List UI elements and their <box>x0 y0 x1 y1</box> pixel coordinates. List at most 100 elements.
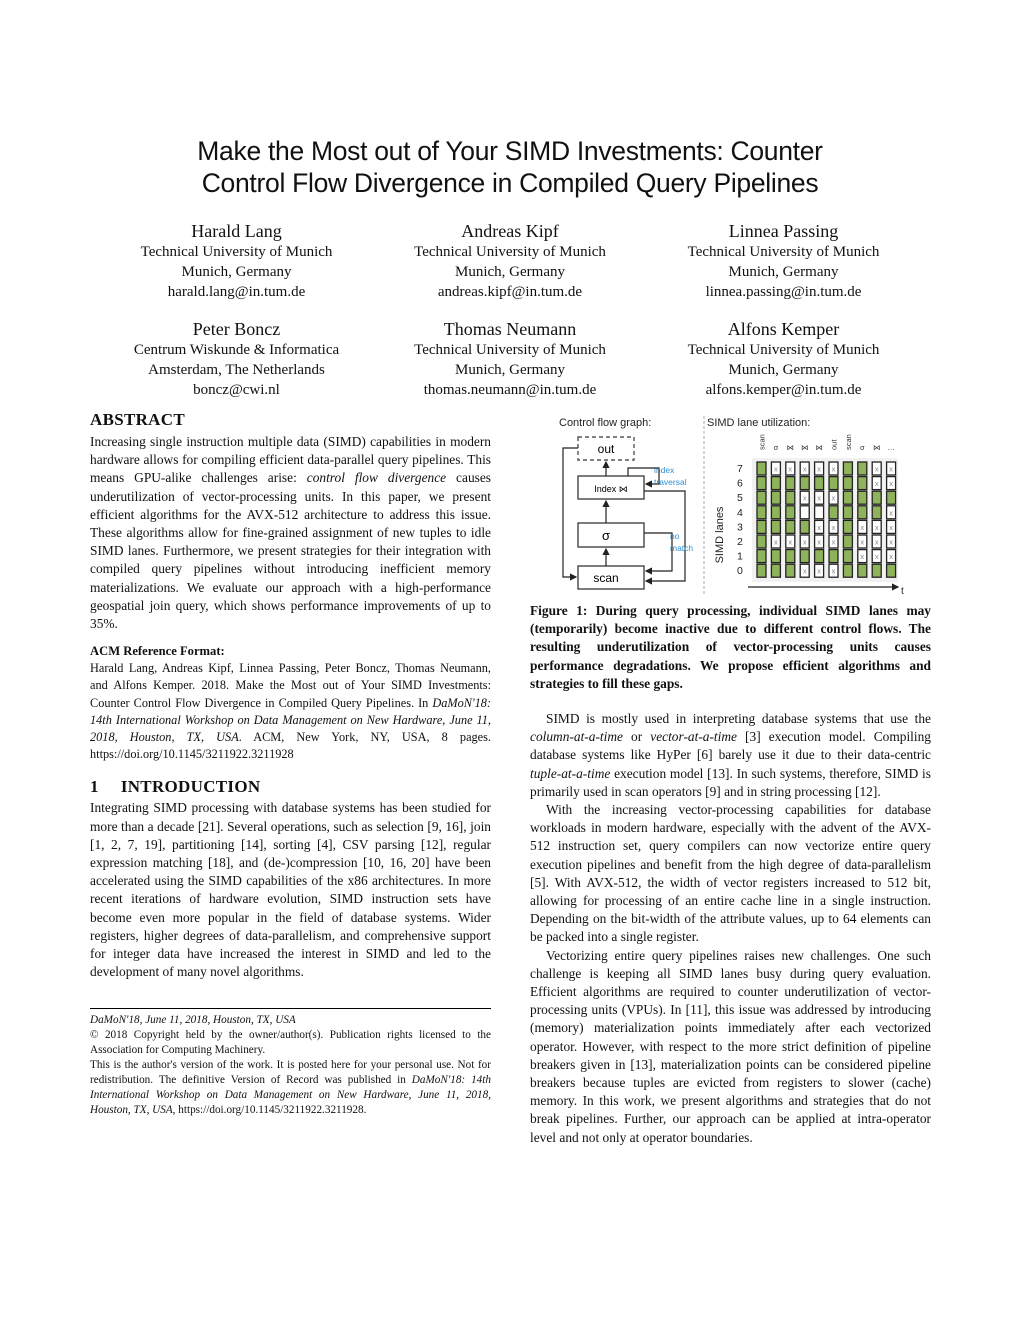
inactive-mark: x <box>860 538 864 547</box>
author-email[interactable]: andreas.kipf@in.tum.de <box>374 282 647 302</box>
label-no: no <box>670 531 680 541</box>
author-email[interactable]: thomas.neumann@in.tum.de <box>374 380 647 400</box>
lane-label: 7 <box>737 463 743 475</box>
author-location: Munich, Germany <box>728 362 839 378</box>
column-label: … <box>887 443 895 452</box>
lane-cell-active <box>770 519 782 535</box>
inactive-mark: x <box>774 465 778 474</box>
author-affiliation: Technical University of Munich <box>414 244 606 260</box>
intro-paragraph-3: With the increasing vector-processing ca… <box>530 802 931 945</box>
cfg-node-sigma-label: σ <box>602 528 610 543</box>
lane-label: 5 <box>737 492 743 504</box>
label-traversal: traversal <box>654 477 687 487</box>
left-column: ABSTRACT Increasing single instruction m… <box>90 410 491 981</box>
inactive-mark: x <box>817 567 821 576</box>
column-label: ⋈ <box>873 443 881 452</box>
author-name: Linnea Passing <box>728 221 839 241</box>
author-email[interactable]: linnea.passing@in.tum.de <box>647 282 920 302</box>
lane-cell-active <box>799 548 810 564</box>
acm-reference-heading: ACM Reference Format: <box>90 644 225 659</box>
footnote: DaMoN'18, June 11, 2018, Houston, TX, US… <box>90 1013 491 1118</box>
intro-paragraph-1: Integrating SIMD processing with databas… <box>90 800 491 980</box>
inactive-mark: x <box>832 523 836 532</box>
author-email[interactable]: harald.lang@in.tum.de <box>100 282 373 302</box>
figure-caption: Figure 1: During query processing, indiv… <box>530 602 931 693</box>
inactive-mark: x <box>803 465 807 474</box>
lanes-title: SIMD lane utilization: <box>707 417 810 429</box>
time-axis-label: t <box>901 586 904 597</box>
cfg-node-out-label: out <box>598 442 615 456</box>
intro-paragraph-2: SIMD is mostly used in interpreting data… <box>530 710 931 801</box>
lane-label: 3 <box>737 521 743 533</box>
column-label: out <box>830 439 839 450</box>
author-name: Alfons Kemper <box>727 319 840 339</box>
author-name: Andreas Kipf <box>461 221 559 241</box>
inactive-mark: x <box>817 523 821 532</box>
cfg-title: Control flow graph: <box>559 417 651 429</box>
lane-cell-active <box>842 563 854 578</box>
lane-cell-active <box>785 519 796 535</box>
abstract-text: Increasing single instruction multiple d… <box>90 433 491 633</box>
author-affiliation: Technical University of Munich <box>687 244 880 260</box>
author-name: Harald Lang <box>191 221 282 241</box>
lane-cell-active <box>828 548 839 564</box>
lane-cell-active <box>770 548 782 564</box>
p2-text-b: or <box>622 729 651 745</box>
lane-cell-active <box>828 475 839 491</box>
title-line-2: Control Flow Divergence in Compiled Quer… <box>201 168 819 198</box>
inactive-mark: x <box>889 465 893 474</box>
lane-cell-active <box>857 490 868 505</box>
inactive-mark: x <box>875 479 879 488</box>
inactive-mark: x <box>889 538 893 547</box>
inactive-mark: x <box>875 465 879 474</box>
author-block: Alfons Kemper Technical University of Mu… <box>647 318 920 400</box>
label-match: match <box>670 543 693 553</box>
abstract-emphasis: control flow divergence <box>306 470 447 486</box>
p2-emphasis-1: column-at-a-time <box>530 729 623 745</box>
lane-cell-empty <box>813 505 825 520</box>
inactive-mark: x <box>817 465 821 474</box>
footnote-venue: DaMoN'18, June 11, 2018, Houston, TX, US… <box>90 1014 296 1026</box>
inactive-mark: x <box>860 552 864 561</box>
author-email[interactable]: boncz@cwi.nl <box>100 380 373 400</box>
abstract-text-b: causes underutilization of vector-proces… <box>90 470 492 632</box>
lane-cell-active <box>842 490 854 505</box>
inactive-mark: x <box>788 465 792 474</box>
cfg-node-sigma <box>577 522 645 548</box>
author-block: Andreas Kipf Technical University of Mun… <box>374 220 647 302</box>
lane-cell-active <box>785 505 796 520</box>
lane-cell-active <box>857 563 868 578</box>
lane-cell-active <box>756 548 767 564</box>
lane-cell-active <box>785 563 796 578</box>
column-label: ⋈ <box>801 443 809 452</box>
lane-label: 4 <box>737 507 743 519</box>
lane-label: 2 <box>737 536 743 548</box>
lane-cell-active <box>871 505 882 520</box>
figure-1: Control flow graph: out Index ⋈ σ scan i… <box>530 410 931 600</box>
edge-out-scan <box>562 447 578 581</box>
lane-cell-active <box>842 548 854 564</box>
cfg-node-index-label: Index ⋈ <box>594 484 628 494</box>
author-email[interactable]: alfons.kemper@in.tum.de <box>647 380 920 400</box>
column-label: σ <box>860 443 865 452</box>
lane-cell-active <box>756 505 767 520</box>
author-block: Harald Lang Technical University of Muni… <box>100 220 373 302</box>
author-location: Munich, Germany <box>455 362 565 378</box>
lane-cell-active <box>799 519 810 535</box>
lane-cell-active <box>756 461 767 476</box>
author-location: Amsterdam, The Netherlands <box>148 362 325 378</box>
lane-cell-active <box>756 490 767 505</box>
p2-emphasis-3: tuple-at-a-time <box>530 765 611 781</box>
author-location: Munich, Germany <box>455 264 565 280</box>
inactive-mark: x <box>860 523 864 532</box>
column-labels: scan σ ⋈ ⋈ ⋈ out scan σ ⋈… <box>758 434 895 452</box>
lane-cell-active <box>770 475 782 491</box>
inactive-mark: x <box>832 567 836 576</box>
inactive-mark: x <box>803 567 807 576</box>
author-row-2: Peter Boncz Centrum Wiskunde & Informati… <box>100 318 920 400</box>
inactive-mark: x <box>875 552 879 561</box>
lane-label: 6 <box>737 478 743 490</box>
lane-label: 1 <box>737 551 743 563</box>
footnote-doi[interactable]: , https://doi.org/10.1145/3211922.321192… <box>173 1104 367 1116</box>
lanes-ylabel: SIMD lanes <box>714 506 726 563</box>
